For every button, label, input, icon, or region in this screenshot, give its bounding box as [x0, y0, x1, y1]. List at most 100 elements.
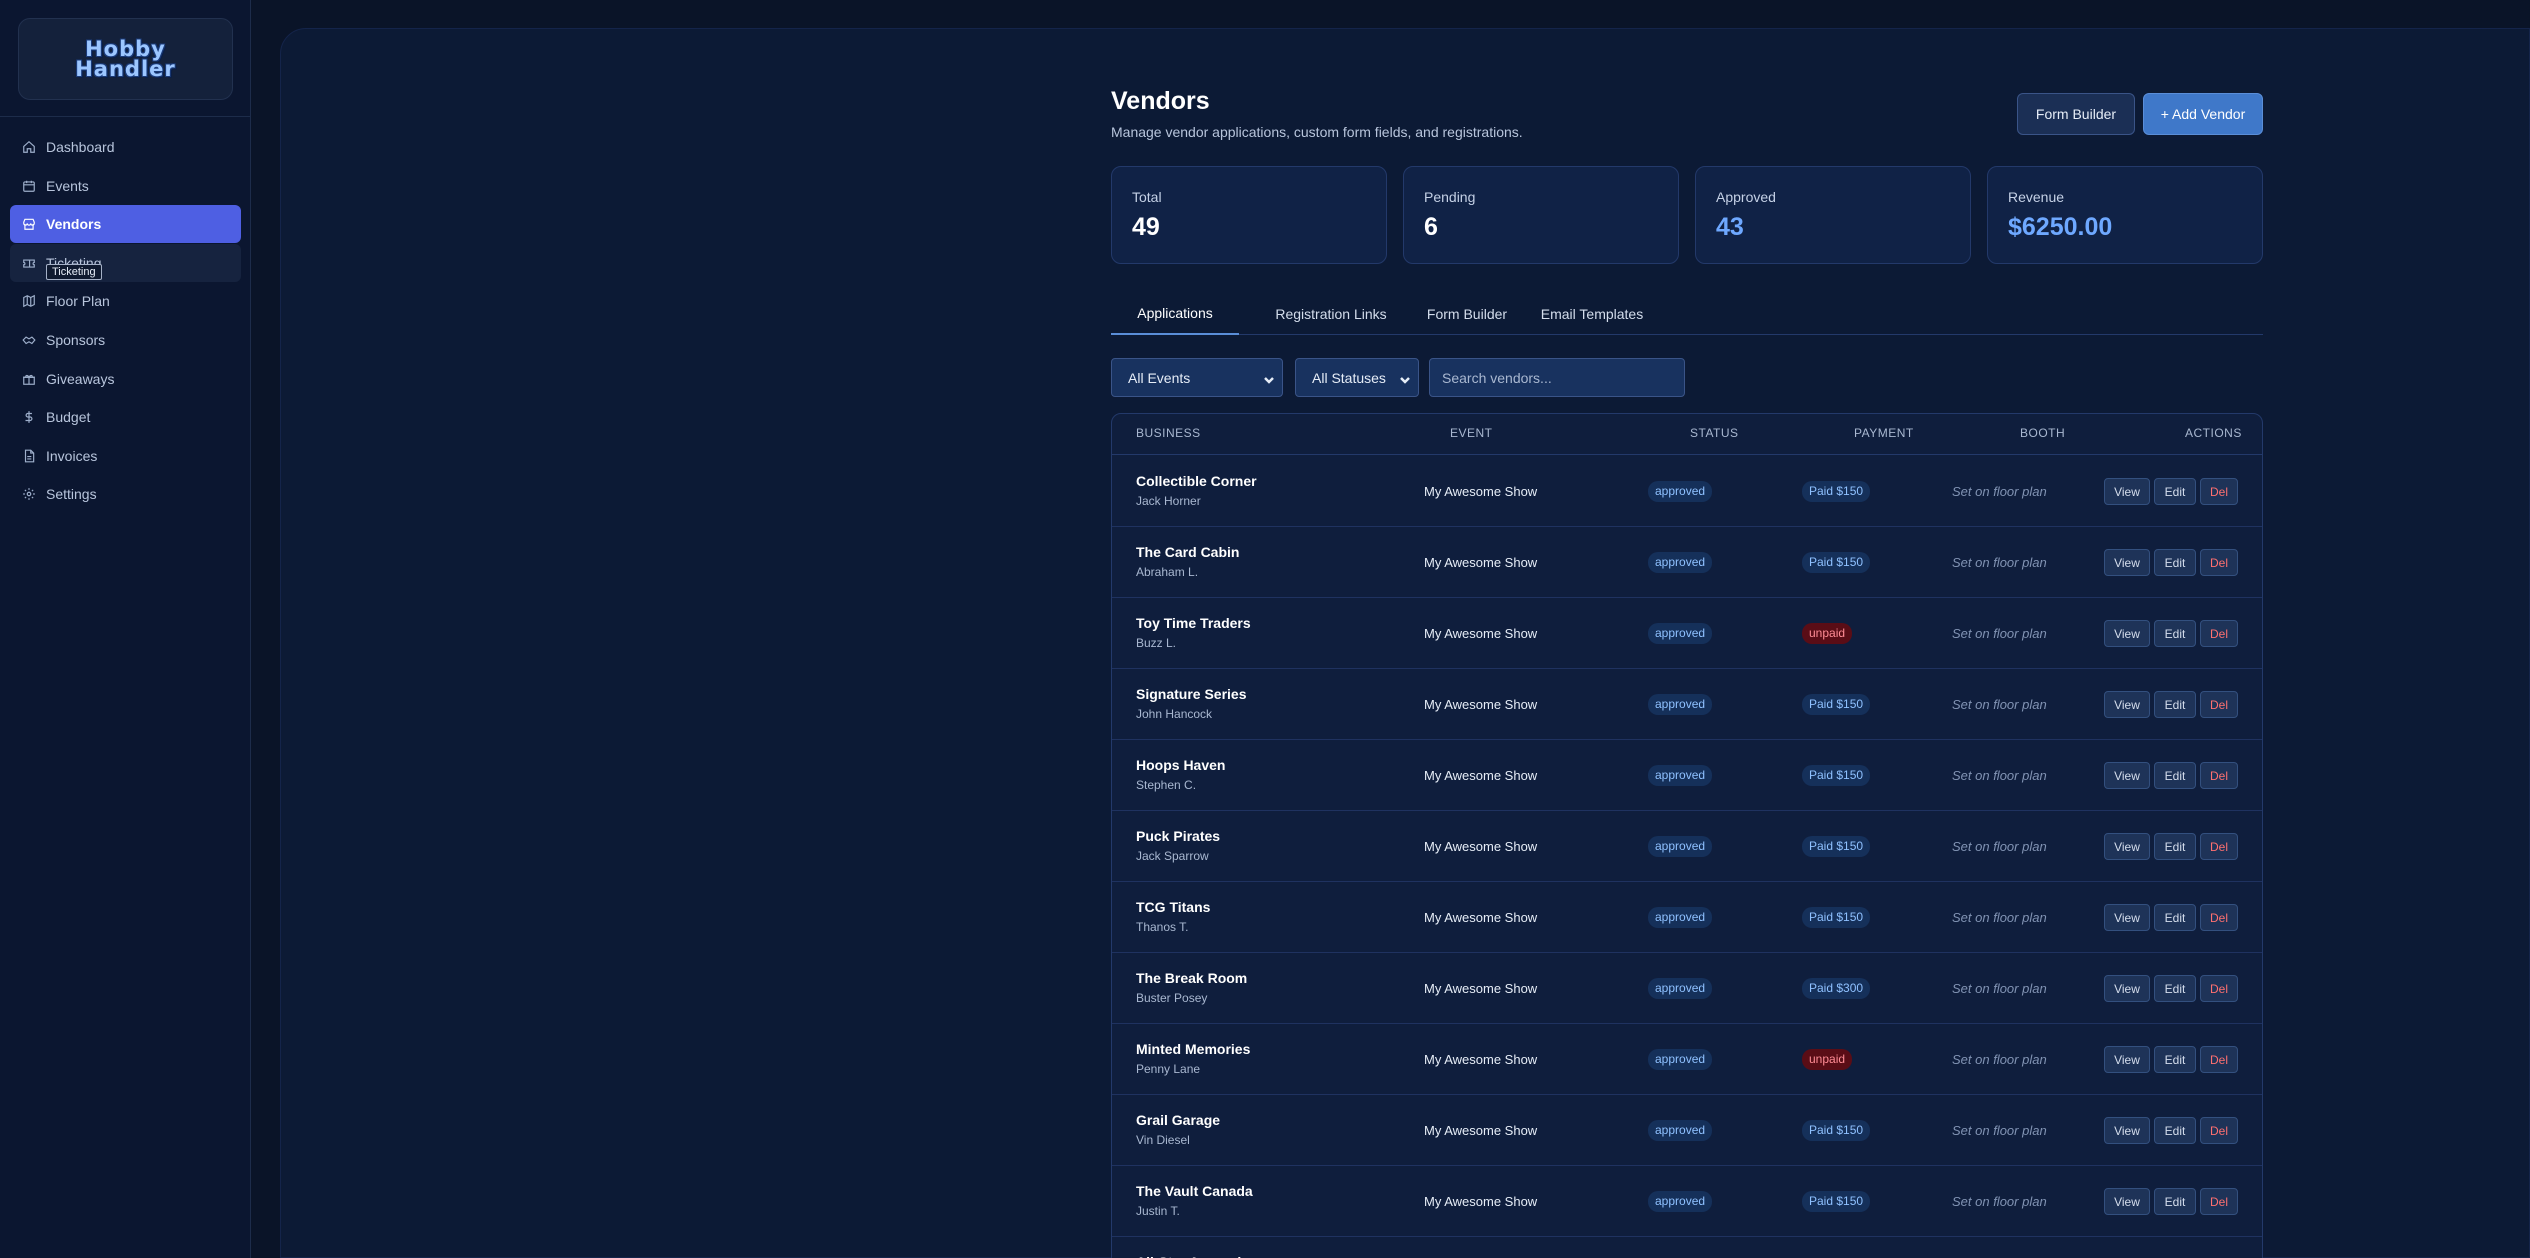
- booth-placeholder: Set on floor plan: [1952, 1194, 2047, 1209]
- view-button[interactable]: View: [2104, 975, 2150, 1002]
- delete-button[interactable]: Del: [2200, 478, 2238, 505]
- table-row: The Card Cabin Abraham L. My Awesome Show a…: [1112, 527, 2262, 598]
- edit-button[interactable]: Edit: [2154, 975, 2196, 1002]
- booth-placeholder: Set on floor plan: [1952, 768, 2047, 783]
- delete-button[interactable]: Del: [2200, 904, 2238, 931]
- booth-placeholder: Set on floor plan: [1952, 697, 2047, 712]
- contact-name: Jack Horner: [1136, 494, 1201, 508]
- view-button[interactable]: View: [2104, 1117, 2150, 1144]
- sidebar-item-ticketing[interactable]: Ticketing: [10, 243, 241, 282]
- delete-button[interactable]: Del: [2200, 975, 2238, 1002]
- contact-name: Vin Diesel: [1136, 1133, 1190, 1147]
- payment-badge: Paid $150: [1802, 481, 1871, 502]
- edit-button[interactable]: Edit: [2154, 833, 2196, 860]
- contact-name: Justin T.: [1136, 1204, 1180, 1218]
- home-icon: [22, 140, 36, 154]
- sidebar-item-label: Floor Plan: [46, 293, 110, 310]
- delete-button[interactable]: Del: [2200, 762, 2238, 789]
- edit-button[interactable]: Edit: [2154, 620, 2196, 647]
- contact-name: Thanos T.: [1136, 920, 1189, 934]
- delete-button[interactable]: Del: [2200, 833, 2238, 860]
- delete-button[interactable]: Del: [2200, 549, 2238, 576]
- stat-value: 43: [1716, 213, 1744, 241]
- delete-button[interactable]: Del: [2200, 1046, 2238, 1073]
- search-vendors-input[interactable]: [1429, 358, 1685, 397]
- stat-value: 6: [1424, 213, 1438, 241]
- view-button[interactable]: View: [2104, 1046, 2150, 1073]
- sidebar-divider: [0, 116, 251, 117]
- status-badge: approved: [1648, 907, 1713, 928]
- view-button[interactable]: View: [2104, 904, 2150, 931]
- sidebar-item-invoices[interactable]: Invoices: [10, 437, 241, 475]
- business-name: TCG Titans: [1136, 899, 1211, 915]
- table-row: Toy Time Traders Buzz L. My Awesome Show ap…: [1112, 598, 2262, 669]
- edit-button[interactable]: Edit: [2154, 1046, 2196, 1073]
- edit-button[interactable]: Edit: [2154, 691, 2196, 718]
- sidebar-item-floor-plan[interactable]: Floor Plan: [10, 282, 241, 320]
- main-panel: Vendors Manage vendor applications, cust…: [280, 28, 2530, 1258]
- delete-button[interactable]: Del: [2200, 620, 2238, 647]
- view-button[interactable]: View: [2104, 478, 2150, 505]
- sidebar-item-vendors[interactable]: Vendors: [10, 205, 241, 244]
- tab-email-templates[interactable]: Email Templates: [1531, 293, 1653, 335]
- edit-button[interactable]: Edit: [2154, 762, 2196, 789]
- view-button[interactable]: View: [2104, 1188, 2150, 1215]
- edit-button[interactable]: Edit: [2154, 549, 2196, 576]
- delete-button[interactable]: Del: [2200, 1188, 2238, 1215]
- edit-button[interactable]: Edit: [2154, 1117, 2196, 1144]
- event-name: My Awesome Show: [1424, 1194, 1538, 1209]
- view-button[interactable]: View: [2104, 691, 2150, 718]
- sidebar-item-settings[interactable]: Settings: [10, 475, 241, 513]
- sidebar: Hobby Handler Dashboard Events Vendors T…: [0, 0, 251, 1258]
- business-name: Toy Time Traders: [1136, 615, 1251, 631]
- payment-badge: Paid $150: [1802, 552, 1871, 573]
- delete-button[interactable]: Del: [2200, 691, 2238, 718]
- tab-form-builder[interactable]: Form Builder: [1419, 293, 1515, 335]
- table-header: BUSINESS EVENT STATUS PAYMENT BOOTH ACTI…: [1112, 414, 2262, 455]
- stat-label: Total: [1132, 189, 1162, 205]
- col-booth: BOOTH: [2020, 426, 2066, 440]
- stat-card-total: Total 49: [1111, 166, 1387, 264]
- page-subtitle: Manage vendor applications, custom form …: [1111, 124, 1523, 140]
- view-button[interactable]: View: [2104, 549, 2150, 576]
- events-select[interactable]: All Events: [1111, 358, 1283, 397]
- contact-name: Abraham L.: [1136, 565, 1199, 579]
- event-name: My Awesome Show: [1424, 626, 1538, 641]
- statuses-select[interactable]: All Statuses: [1295, 358, 1419, 397]
- status-badge: approved: [1648, 978, 1713, 999]
- payment-badge: Paid $150: [1802, 907, 1871, 928]
- tab-registration-links[interactable]: Registration Links: [1257, 293, 1405, 335]
- sidebar-nav: Dashboard Events Vendors Ticketing Floor…: [10, 128, 241, 514]
- sidebar-item-label: Vendors: [46, 216, 102, 233]
- business-name: The Break Room: [1136, 970, 1248, 986]
- app-logo[interactable]: Hobby Handler: [18, 18, 233, 100]
- document-icon: [22, 449, 36, 463]
- contact-name: Penny Lane: [1136, 1062, 1201, 1076]
- view-button[interactable]: View: [2104, 620, 2150, 647]
- booth-placeholder: Set on floor plan: [1952, 981, 2047, 996]
- table-row: Collectible Corner Jack Horner My Awesome …: [1112, 456, 2262, 527]
- edit-button[interactable]: Edit: [2154, 478, 2196, 505]
- sidebar-item-events[interactable]: Events: [10, 167, 241, 205]
- view-button[interactable]: View: [2104, 833, 2150, 860]
- view-button[interactable]: View: [2104, 762, 2150, 789]
- edit-button[interactable]: Edit: [2154, 904, 2196, 931]
- table-row: The Break Room Buster Posey My Awesome Sho…: [1112, 953, 2262, 1024]
- event-name: My Awesome Show: [1424, 768, 1538, 783]
- event-name: My Awesome Show: [1424, 839, 1538, 854]
- business-name: Puck Pirates: [1136, 828, 1221, 844]
- sidebar-item-budget[interactable]: Budget: [10, 398, 241, 436]
- sidebar-item-giveaways[interactable]: Giveaways: [10, 360, 241, 398]
- add-vendor-button[interactable]: + Add Vendor: [2143, 93, 2263, 135]
- tab-applications[interactable]: Applications: [1111, 293, 1239, 335]
- sidebar-item-dashboard[interactable]: Dashboard: [10, 128, 241, 166]
- table-row: All-Star ApparelMichael J.My Awesome Sho…: [1112, 1237, 2262, 1258]
- status-badge: approved: [1648, 481, 1713, 502]
- sidebar-item-sponsors[interactable]: Sponsors: [10, 321, 241, 359]
- col-business: BUSINESS: [1136, 426, 1201, 440]
- col-payment: PAYMENT: [1854, 426, 1914, 440]
- edit-button[interactable]: Edit: [2154, 1188, 2196, 1215]
- form-builder-button[interactable]: Form Builder: [2017, 93, 2135, 135]
- status-badge: approved: [1648, 765, 1713, 786]
- delete-button[interactable]: Del: [2200, 1117, 2238, 1144]
